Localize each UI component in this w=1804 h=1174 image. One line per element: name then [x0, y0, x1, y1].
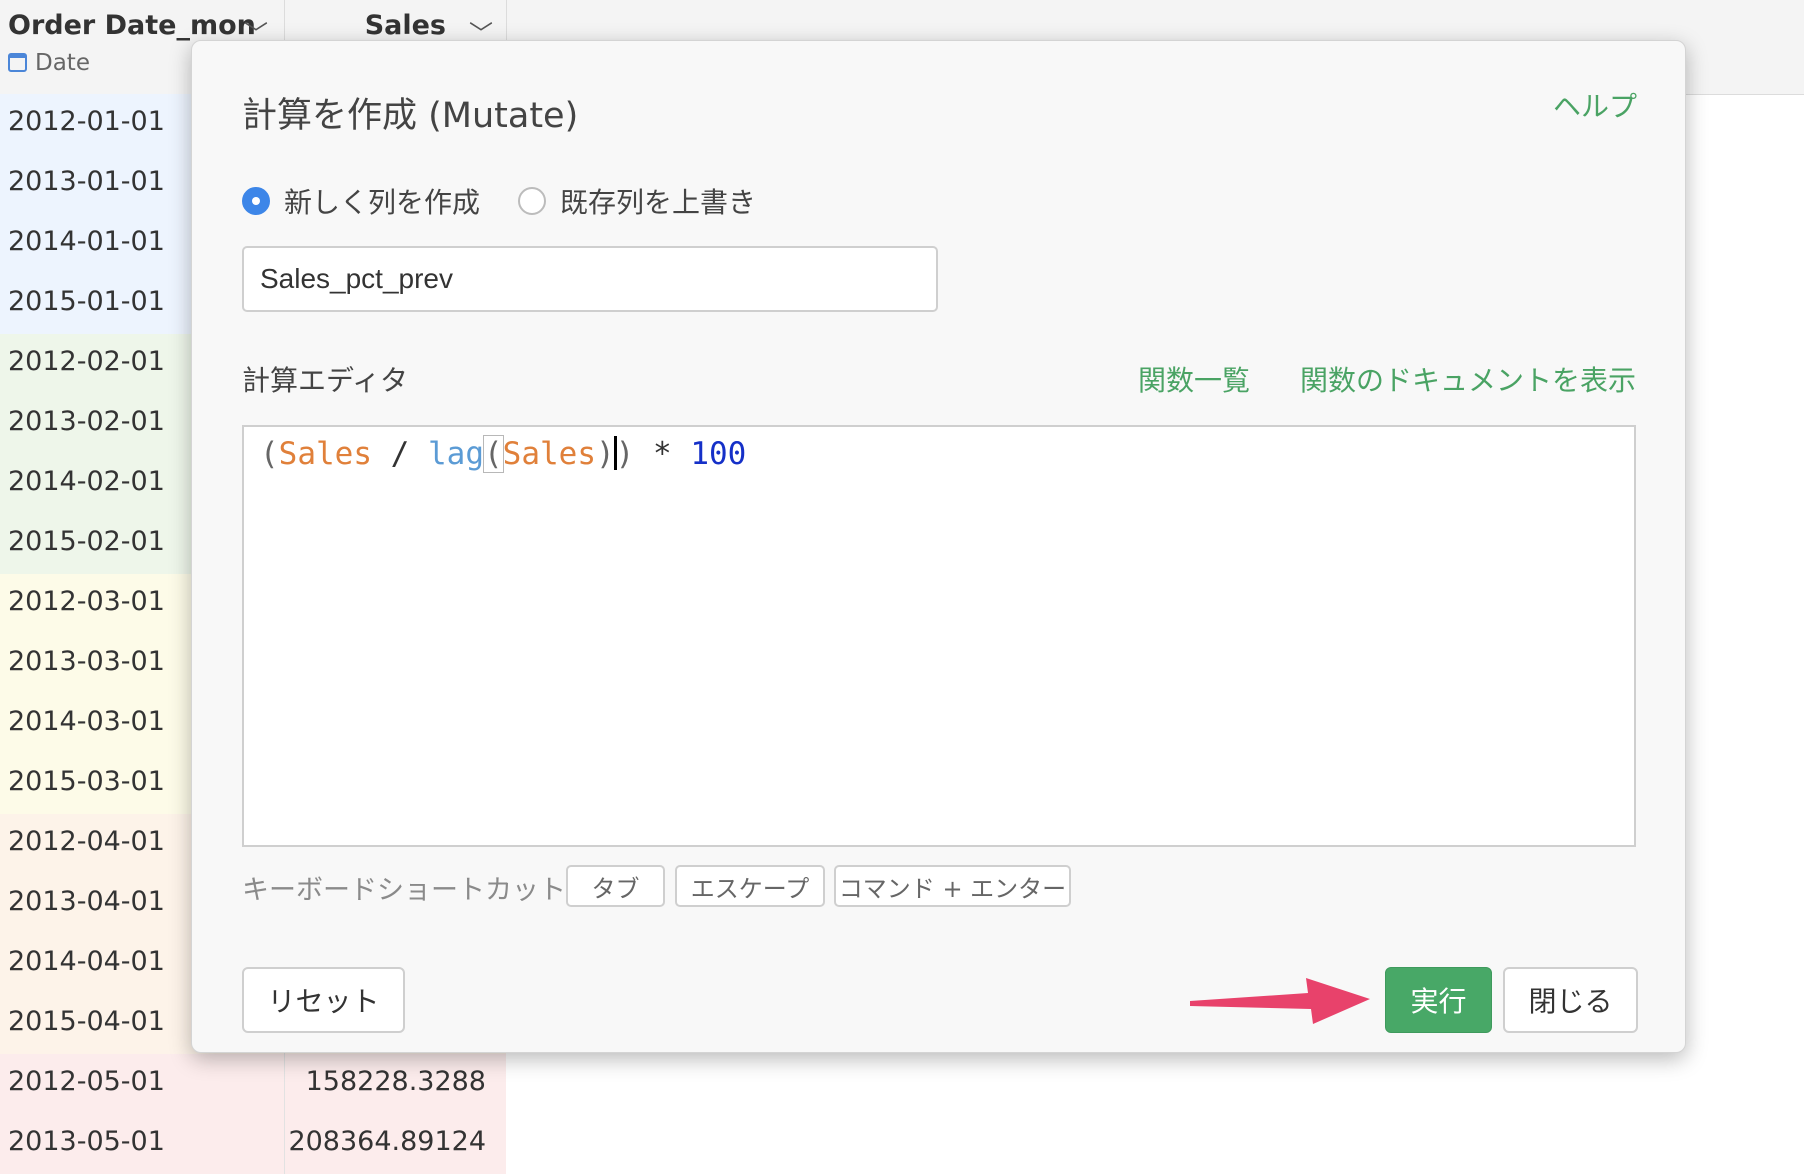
radio-overwrite-column[interactable]: 既存列を上書き [518, 181, 756, 221]
date-cell-value: 2013-04-01 [8, 886, 165, 917]
radio-button-unchecked[interactable] [518, 187, 546, 215]
function-docs-link[interactable]: 関数のドキュメントを表示 [1300, 359, 1636, 399]
close-button[interactable]: 閉じる [1503, 967, 1638, 1033]
shortcut-tab[interactable]: タブ [566, 865, 665, 907]
dialog-title: 計算を作成 (Mutate) [242, 96, 579, 136]
run-button[interactable]: 実行 [1385, 967, 1492, 1033]
sales-cell-value: 208364.89124 [288, 1126, 486, 1157]
date-cell-value: 2013-02-01 [8, 406, 165, 437]
code-paren: ( [260, 436, 279, 472]
date-cell-value: 2013-05-01 [8, 1126, 165, 1157]
calculation-editor[interactable]: (Sales / lag(Sales)) * 100 [242, 425, 1636, 847]
arrow-annotation [1190, 978, 1370, 1024]
code-operator: / [372, 436, 428, 472]
sales-cell[interactable]: 208364.89124 [285, 1114, 506, 1174]
shortcut-escape[interactable]: エスケープ [675, 865, 825, 907]
shortcut-command-enter[interactable]: コマンド + エンター [834, 865, 1071, 907]
date-cell-value: 2012-02-01 [8, 346, 165, 377]
date-cell-value: 2014-02-01 [8, 466, 165, 497]
radio-create-new-column[interactable]: 新しく列を作成 [242, 181, 480, 221]
date-cell-value: 2015-03-01 [8, 766, 165, 797]
radio-label: 新しく列を作成 [284, 186, 481, 219]
code-paren: ) [596, 436, 615, 472]
code-column-token: Sales [278, 436, 372, 472]
sales-cell-value: 158228.3288 [305, 1066, 486, 1097]
date-cell-value: 2014-03-01 [8, 706, 165, 737]
date-cell-value: 2015-01-01 [8, 286, 165, 317]
mutate-dialog: 計算を作成 (Mutate) ヘルプ 新しく列を作成 既存列を上書き 計算エディ… [191, 40, 1686, 1053]
radio-label: 既存列を上書き [560, 186, 757, 219]
date-cell-value: 2013-03-01 [8, 646, 165, 677]
date-cell-value: 2014-01-01 [8, 226, 165, 257]
code-column-token: Sales [502, 436, 596, 472]
keyboard-shortcut-label: キーボードショートカット: [242, 875, 576, 906]
function-list-link[interactable]: 関数一覧 [1138, 359, 1250, 399]
code-line: (Sales / lag(Sales)) * 100 [260, 433, 746, 475]
code-operator: * [634, 436, 691, 472]
reset-button[interactable]: リセット [242, 967, 405, 1033]
help-link[interactable]: ヘルプ [1553, 85, 1637, 125]
code-function-token: lag [428, 436, 484, 472]
date-cell-value: 2014-04-01 [8, 946, 165, 977]
date-cell[interactable]: 2012-05-01 [0, 1054, 285, 1114]
new-column-name-input[interactable] [242, 246, 938, 312]
table-row[interactable]: 2013-05-01 208364.89124 [0, 1114, 506, 1174]
date-cell-value: 2012-04-01 [8, 826, 165, 857]
sales-cell[interactable]: 158228.3288 [285, 1054, 506, 1114]
date-cell-value: 2012-01-01 [8, 106, 165, 137]
date-cell[interactable]: 2013-05-01 [0, 1114, 285, 1174]
date-cell-value: 2015-02-01 [8, 526, 165, 557]
date-cell-value: 2013-01-01 [8, 166, 165, 197]
editor-label: 計算エディタ [242, 364, 409, 397]
date-cell-value: 2012-05-01 [8, 1066, 165, 1097]
date-cell-value: 2012-03-01 [8, 586, 165, 617]
code-paren: ) [615, 436, 635, 472]
table-row[interactable]: 2012-05-01 158228.3288 [0, 1054, 506, 1114]
column-type: Date [8, 50, 90, 76]
code-paren-matched: ( [483, 435, 504, 473]
column-type-label: Date [35, 50, 90, 76]
calendar-icon [8, 53, 27, 72]
column-name: Order Date_mon [8, 10, 256, 41]
code-number-token: 100 [690, 436, 747, 472]
date-cell-value: 2015-04-01 [8, 1006, 165, 1037]
column-name: Sales [364, 10, 446, 41]
radio-button-checked[interactable] [242, 187, 270, 215]
